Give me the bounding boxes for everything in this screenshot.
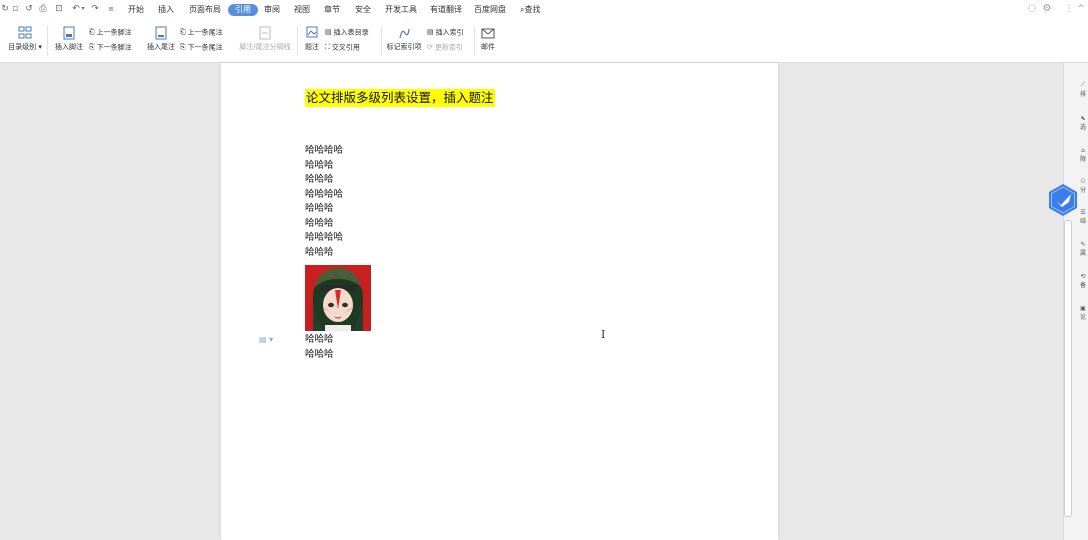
redo-icon[interactable]: ↷ [90,4,100,14]
insert-footnote-button[interactable]: 插入脚注 [53,26,85,52]
divider [381,26,382,56]
table-of-figures-icon: ▤ [325,28,332,36]
text-line[interactable]: 哈哈哈 [305,348,334,362]
chevron-down-icon[interactable]: ▾ [80,4,86,14]
text-cursor-icon: I [601,328,606,341]
print-preview-icon[interactable]: ⊡ [54,4,64,14]
vertical-scrollbar[interactable] [1064,220,1072,517]
assistant-badge-icon[interactable] [1046,183,1080,217]
mark-index-entry-button[interactable]: 标记索引项 [385,26,423,52]
tab-developer[interactable]: 开发工具 [385,4,417,16]
tab-references[interactable]: 引用 [228,4,258,16]
tab-home[interactable]: 开始 [128,4,144,16]
next-footnote-icon: ⎘ [89,43,95,51]
text-line[interactable]: 哈哈哈 [305,159,334,173]
next-footnote-button[interactable]: ⎘ 下一条脚注 [89,43,132,53]
text-line[interactable]: 哈哈哈 [305,333,334,347]
format-icon[interactable]: ⟋ 排 [1076,81,1088,98]
insert-table-of-figures-button[interactable]: ▤ 插入表目录 [325,28,369,38]
tab-view[interactable]: 视图 [294,4,310,16]
mail-icon [481,28,495,39]
document-title[interactable]: 论文排版多级列表设置，插入题注 [305,89,495,107]
tab-insert[interactable]: 插入 [158,4,174,16]
menu-bar: ↻ ▫ ↺ ⎙ ⊡ ↶ ▾ ↷ ≡ 开始 插入 页面布局 引用 审阅 视图 章节… [0,0,1088,20]
tab-review[interactable]: 审阅 [264,4,280,16]
toc-icon [18,26,32,39]
footnote-separator-button[interactable]: 脚注/尾注分隔线 [236,26,294,52]
limit-icon[interactable]: ⌂ 限 [1076,147,1088,163]
document-page[interactable]: 论文排版多级列表设置，插入题注 哈哈哈哈 哈哈哈 哈哈哈 哈哈哈哈 哈哈哈 哈哈… [221,63,778,540]
tab-security[interactable]: 安全 [355,4,371,16]
text-line[interactable]: 哈哈哈哈 [305,188,343,202]
divider [47,26,48,56]
gear-icon[interactable]: ⚙ [1042,4,1052,14]
tab-section[interactable]: 章节 [324,4,340,16]
text-line[interactable]: 哈哈哈哈 [305,231,343,245]
divider [297,26,298,56]
text-line[interactable]: 哈哈哈哈 [305,144,343,158]
caption-icon [306,26,318,38]
prev-endnote-icon: ⎗ [180,28,186,36]
cross-reference-button[interactable]: ⛶ 交叉引用 [325,43,360,53]
print-icon[interactable]: ⎙ [38,4,48,14]
footnote-icon [63,26,75,40]
portrait-image[interactable] [305,265,371,331]
insert-index-button[interactable]: ▤ 插入索引 [427,28,464,38]
revert-icon[interactable]: ↺ [24,4,34,14]
toc-level-button[interactable]: 目录级别 ▾ [6,26,44,52]
divider [474,26,475,56]
tab-page-layout[interactable]: 页面布局 [189,4,221,16]
update-index-button[interactable]: ⟳ 更新索引 [427,43,463,53]
prev-endnote-button[interactable]: ⎗ 上一条尾注 [180,28,223,38]
separator-icon [259,26,271,40]
paragraph-layout-icon[interactable]: ▤ ▾ [259,335,273,344]
backup-icon[interactable]: ⟲ 备 [1076,273,1088,289]
search-button[interactable]: ⌕查找 [520,4,540,16]
mail-button[interactable]: 邮件 [478,26,498,52]
ribbon-toolbar: 目录级别 ▾ 插入脚注 ⎗ 上一条脚注 ⎘ 下一条脚注 插入尾注 ⎗ 上一条尾注 ⎘ 下… [0,20,1088,63]
more-icon[interactable]: ⋮ [1064,4,1074,14]
refresh-icon: ⟳ [427,43,433,51]
edit-icon[interactable]: ✎ 属 [1076,241,1088,257]
insert-index-icon: ▤ [427,28,434,36]
customize-icon[interactable]: ≡ [106,4,116,14]
chevron-up-icon[interactable]: ^ [1076,4,1086,14]
select-icon[interactable]: ⬉ 选 [1076,115,1088,131]
next-endnote-icon: ⎘ [180,43,186,51]
mark-index-icon [399,28,410,39]
text-line[interactable]: 哈哈哈 [305,173,334,187]
text-line[interactable]: 哈哈哈 [305,246,334,260]
prev-footnote-button[interactable]: ⎗ 上一条脚注 [89,28,132,38]
cross-reference-icon: ⛶ [325,43,330,51]
tab-youdao-translate[interactable]: 有道翻译 [430,4,462,16]
text-line[interactable]: 哈哈哈 [305,202,334,216]
prev-footnote-icon: ⎗ [89,28,95,36]
insert-endnote-button[interactable]: 插入尾注 [145,26,177,52]
document-icon[interactable]: ▣ 论 [1076,305,1088,321]
chevron-down-icon: ▾ [38,43,42,51]
tab-baidu-netdisk[interactable]: 百度网盘 [474,4,506,16]
endnote-icon [155,26,167,40]
open-icon[interactable]: ↻ [0,4,10,14]
text-line[interactable]: 哈哈哈 [305,217,334,231]
cloud-icon[interactable]: ◌ [1027,4,1037,14]
save-icon[interactable]: ▫ [10,4,20,14]
caption-button[interactable]: 题注 [302,26,322,52]
next-endnote-button[interactable]: ⎘ 下一条尾注 [180,43,223,53]
